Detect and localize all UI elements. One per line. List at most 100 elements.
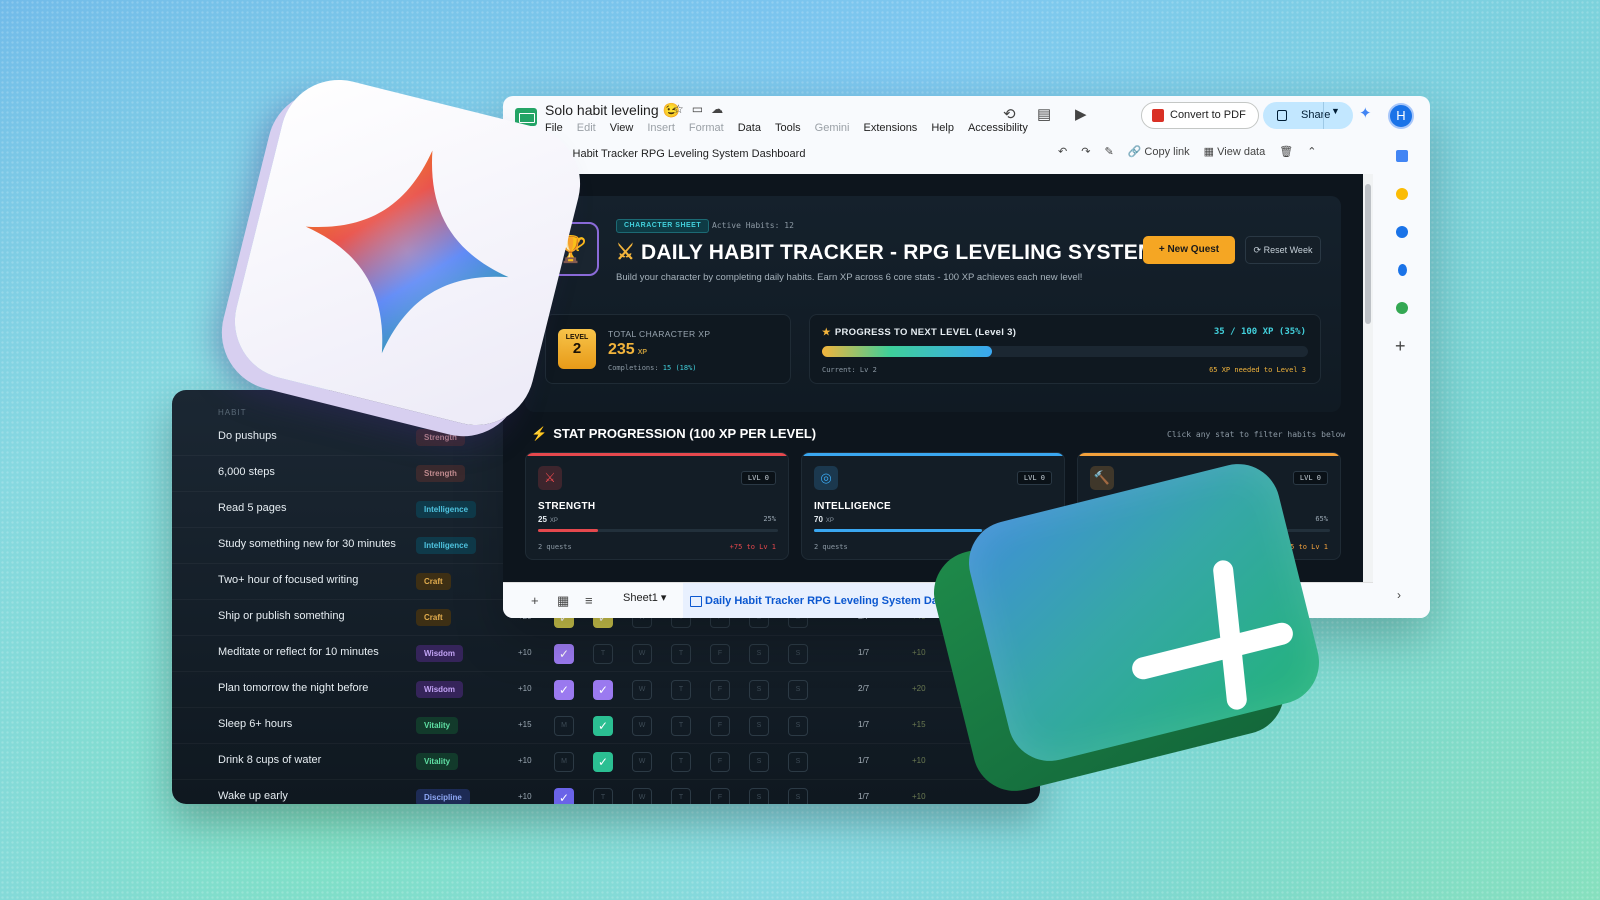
meet-icon[interactable]: ▶: [1075, 105, 1087, 123]
day-checkbox[interactable]: S: [788, 644, 808, 664]
day-checkbox[interactable]: T: [671, 788, 691, 804]
add-sheet-icon[interactable]: +: [531, 593, 539, 608]
completions-stat: Completions: 15 (18%): [608, 364, 697, 372]
day-checkbox[interactable]: S: [749, 680, 769, 700]
day-checkbox[interactable]: S: [788, 716, 808, 736]
dashboard-tab[interactable]: Daily Habit Tracker RPG Leveling System …: [683, 583, 953, 618]
day-checkbox[interactable]: W: [632, 716, 652, 736]
day-checkbox[interactable]: S: [788, 788, 808, 804]
day-checkbox[interactable]: S: [788, 752, 808, 772]
habit-stat-badge[interactable]: Wisdom: [416, 681, 464, 698]
habit-stat-badge[interactable]: Craft: [416, 609, 451, 626]
day-checkbox[interactable]: F: [710, 680, 730, 700]
day-checkbox-checked[interactable]: ✓: [593, 680, 613, 700]
day-checkbox[interactable]: S: [749, 644, 769, 664]
all-sheets-icon[interactable]: ≡: [585, 593, 593, 608]
day-checkbox[interactable]: M: [554, 752, 574, 772]
menu-data[interactable]: Data: [738, 122, 761, 134]
document-title[interactable]: Solo habit leveling 😉: [545, 102, 680, 119]
star-icon[interactable]: ☆: [673, 102, 692, 116]
menu-view[interactable]: View: [610, 122, 634, 134]
day-checkbox-checked[interactable]: ✓: [554, 788, 574, 804]
day-checkbox[interactable]: T: [593, 644, 613, 664]
collapse-chevron-icon[interactable]: ⌃: [1307, 145, 1316, 158]
day-checkbox[interactable]: W: [632, 752, 652, 772]
day-checkbox[interactable]: F: [710, 644, 730, 664]
menu-extensions[interactable]: Extensions: [864, 122, 918, 134]
copy-link-button[interactable]: 🔗 Copy link: [1128, 145, 1190, 158]
move-folder-icon[interactable]: ▭: [692, 102, 711, 116]
habit-stat-badge[interactable]: Strength: [416, 465, 465, 482]
day-checkbox-checked[interactable]: ✓: [593, 716, 613, 736]
day-checkbox[interactable]: F: [710, 752, 730, 772]
tasks-icon[interactable]: [1396, 226, 1408, 238]
day-checkbox[interactable]: M: [554, 716, 574, 736]
vertical-scrollbar[interactable]: [1363, 174, 1373, 582]
new-quest-button[interactable]: + New Quest: [1143, 236, 1235, 264]
habit-stat-badge[interactable]: Intelligence: [416, 537, 477, 554]
habit-xp-value: +10: [518, 756, 532, 765]
day-checkbox[interactable]: F: [710, 716, 730, 736]
stat-card[interactable]: ⚔ LVL 0 STRENGTH 25 XP 25% 2 quests +75 t…: [525, 452, 789, 560]
contacts-icon[interactable]: [1398, 264, 1407, 276]
day-checkbox[interactable]: T: [671, 644, 691, 664]
menu-edit[interactable]: Edit: [577, 122, 596, 134]
menu-format[interactable]: Format: [689, 122, 724, 134]
habit-stat-badge[interactable]: Vitality: [416, 717, 459, 734]
menu-accessibility[interactable]: Accessibility: [968, 122, 1028, 134]
day-checkbox[interactable]: S: [749, 788, 769, 804]
day-checkbox[interactable]: S: [749, 752, 769, 772]
menu-insert[interactable]: Insert: [647, 122, 675, 134]
add-addon-icon[interactable]: +: [1395, 336, 1406, 357]
day-checkbox[interactable]: T: [593, 788, 613, 804]
redo-icon[interactable]: ↷: [1081, 145, 1090, 158]
version-history-icon[interactable]: ⟲: [1003, 105, 1016, 123]
cloud-status-icon[interactable]: ☁: [711, 102, 731, 116]
total-xp-label: TOTAL CHARACTER XP: [608, 329, 711, 339]
day-checkbox[interactable]: F: [710, 788, 730, 804]
habit-stat-badge[interactable]: Discipline: [416, 789, 470, 804]
comments-icon[interactable]: ▤: [1037, 105, 1051, 123]
menu-tools[interactable]: Tools: [775, 122, 801, 134]
day-checkbox[interactable]: W: [632, 644, 652, 664]
day-checkbox[interactable]: T: [671, 752, 691, 772]
habit-stat-badge[interactable]: Vitality: [416, 753, 459, 770]
day-checkbox[interactable]: T: [671, 680, 691, 700]
sheet1-tab[interactable]: Sheet1 ▾: [623, 591, 666, 604]
delete-icon[interactable]: 🗑: [1279, 145, 1293, 158]
habit-stat-badge[interactable]: Craft: [416, 573, 451, 590]
progress-xp-needed: 65 XP needed to Level 3: [1209, 366, 1306, 374]
menu-gemini[interactable]: Gemini: [815, 122, 850, 134]
reset-week-button[interactable]: ⟳ Reset Week: [1245, 236, 1321, 264]
habit-stat-badge[interactable]: Strength: [416, 429, 465, 446]
view-data-button[interactable]: ▦ View data: [1204, 145, 1266, 158]
calendar-icon[interactable]: [1396, 150, 1408, 162]
copy-link-label: Copy link: [1144, 146, 1190, 158]
day-checkbox-checked[interactable]: ✓: [554, 644, 574, 664]
day-checkbox[interactable]: S: [788, 680, 808, 700]
habit-stat-badge[interactable]: Intelligence: [416, 501, 477, 518]
edit-pencil-icon[interactable]: ✎: [1104, 145, 1113, 158]
expand-panel-icon[interactable]: ›: [1397, 588, 1401, 602]
keep-icon[interactable]: [1396, 188, 1408, 200]
account-avatar[interactable]: H: [1388, 103, 1414, 129]
stat-progress-fill: [814, 529, 982, 532]
brain-icon: ◎: [814, 466, 838, 490]
day-checkbox-checked[interactable]: ✓: [554, 680, 574, 700]
day-checkbox[interactable]: W: [632, 680, 652, 700]
menu-help[interactable]: Help: [931, 122, 954, 134]
undo-icon[interactable]: ↶: [1058, 145, 1067, 158]
share-options-chevron-icon[interactable]: ▼: [1331, 106, 1340, 116]
day-checkbox[interactable]: W: [632, 788, 652, 804]
habit-stat-badge[interactable]: Wisdom: [416, 645, 464, 662]
sheet-grid-icon[interactable]: ▦: [557, 593, 569, 609]
progress-fill: [822, 346, 993, 357]
day-checkbox-checked[interactable]: ✓: [593, 752, 613, 772]
day-checkbox[interactable]: T: [671, 716, 691, 736]
gemini-sparkle-icon[interactable]: ✦: [1359, 104, 1372, 122]
scrollbar-thumb[interactable]: [1365, 184, 1371, 324]
day-checkbox[interactable]: S: [749, 716, 769, 736]
convert-to-pdf-button[interactable]: Convert to PDF: [1141, 102, 1259, 129]
stat-level-badge: LVL 0: [1292, 471, 1328, 485]
maps-icon[interactable]: [1396, 302, 1408, 314]
